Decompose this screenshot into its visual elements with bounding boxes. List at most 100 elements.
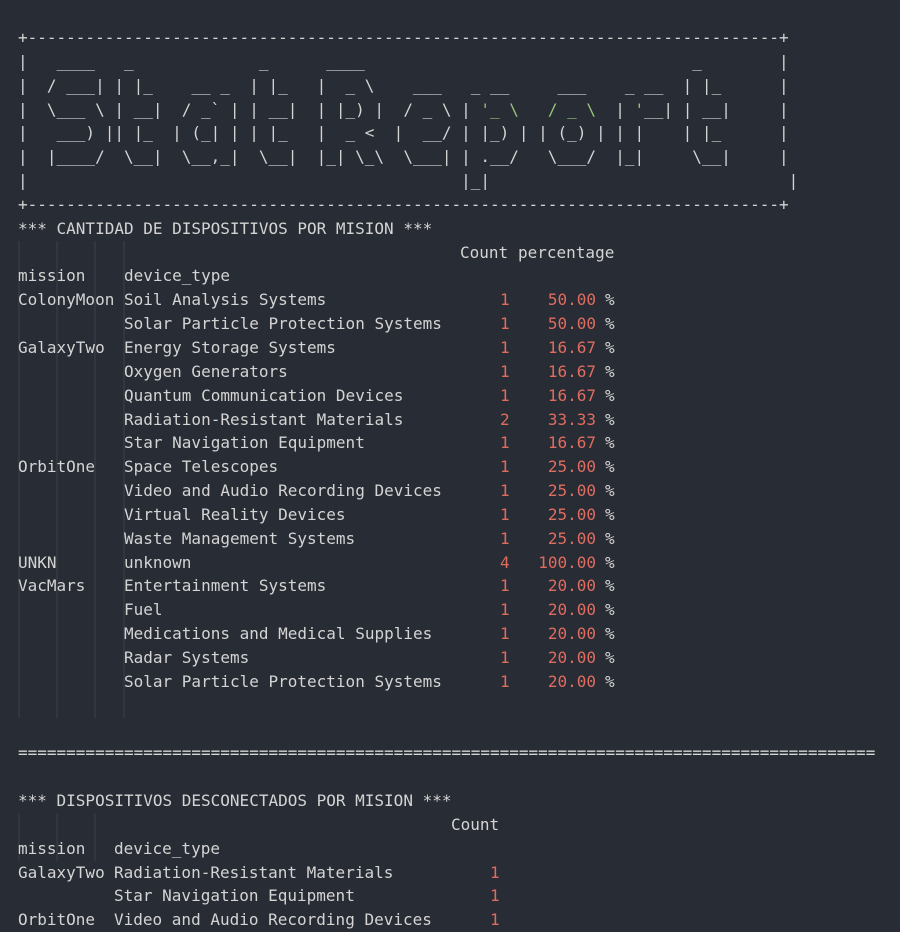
percentage-cell: 16.67 (547, 361, 596, 381)
count-cell: 1 (500, 433, 510, 453)
banner-top-border: +---------------------------------------… (18, 28, 789, 47)
table-row: Medications and Medical Supplies 1 20.00% (18, 622, 888, 646)
percentage-cell: 20.00 (547, 600, 596, 620)
table-row: Virtual Reality Devices 1 25.00% (18, 503, 888, 527)
percent-sign: % (605, 314, 615, 334)
percentage-cell: 33.33 (547, 409, 596, 429)
table-row: VacMars Entertainment Systems 1 20.00% (18, 574, 888, 598)
percentage-cell: 50.00 (547, 290, 596, 310)
count-cell: 1 (500, 624, 510, 644)
banner-art-line: | ___) || |_ | (_| | | |_ | _ < | __/ | … (18, 123, 789, 143)
device-type-cell: Oxygen Generators (124, 361, 288, 381)
table-index-row: mission device_type (18, 264, 888, 288)
percentage-cell: 20.00 (547, 647, 596, 667)
percent-sign: % (605, 528, 615, 548)
device-type-cell: Energy Storage Systems (124, 337, 336, 357)
count-cell: 1 (500, 361, 510, 381)
percentage-cell: 25.00 (547, 528, 596, 548)
table-header-row: Count percentage (18, 241, 888, 265)
device-type-cell: Space Telescopes (124, 457, 279, 477)
count-cell: 2 (500, 409, 510, 429)
col-percentage-header: percentage (518, 242, 615, 262)
device-type-cell: Solar Particle Protection Systems (124, 671, 442, 691)
percent-sign: % (605, 457, 615, 477)
col-count-header: Count (451, 814, 500, 834)
count-cell: 1 (500, 647, 510, 667)
device-type-cell: Virtual Reality Devices (124, 504, 346, 524)
device-type-cell: Medications and Medical Supplies (124, 624, 433, 644)
percent-sign: % (605, 337, 615, 357)
percent-sign: % (605, 576, 615, 596)
percent-sign: % (605, 481, 615, 501)
count-cell: 1 (490, 886, 500, 906)
table-trailing-blank (18, 694, 888, 718)
mission-cell: VacMars (18, 576, 86, 596)
table-row: GalaxyTwo Energy Storage Systems 1 16.67% (18, 336, 888, 360)
percentage-cell: 16.67 (547, 337, 596, 357)
percent-sign: % (605, 600, 615, 620)
count-cell: 1 (500, 576, 510, 596)
table-row: Solar Particle Protection Systems 1 50.00% (18, 312, 888, 336)
table-row: OrbitOne Space Telescopes 1 25.00% (18, 455, 888, 479)
device-type-cell: Quantum Communication Devices (124, 385, 404, 405)
table-row: Oxygen Generators 1 16.67% (18, 360, 888, 384)
count-cell: 1 (500, 504, 510, 524)
device-type-cell: Soil Analysis Systems (124, 290, 327, 310)
banner-bottom-border: +---------------------------------------… (18, 194, 789, 214)
device-type-cell: Star Navigation Equipment (124, 433, 365, 453)
banner-art-line: | \___ \ | __| / _` | | __| | |_) | / _ … (18, 99, 789, 119)
table-header-row: Count (18, 813, 888, 837)
device-type-cell: Fuel (124, 600, 163, 620)
table-row: Radar Systems 1 20.00% (18, 646, 888, 670)
banner-art-line: | ____ _ _ ____ _ | (18, 51, 789, 71)
banner-art-line: | |____/ \__| \__,_| \__| |_| \_\ \___| … (18, 147, 789, 167)
percentage-cell: 100.00 (538, 552, 596, 572)
table-row: Radiation-Resistant Materials 2 33.33% (18, 408, 888, 432)
banner-art-line: | |_| | (18, 171, 799, 191)
count-cell: 1 (490, 862, 500, 882)
percent-sign: % (605, 361, 615, 381)
device-type-cell: Radar Systems (124, 647, 250, 667)
count-cell: 4 (500, 552, 510, 572)
table-row: Waste Management Systems 1 25.00% (18, 527, 888, 551)
percent-sign: % (605, 624, 615, 644)
percentage-cell: 50.00 (547, 314, 596, 334)
count-cell: 1 (490, 910, 500, 930)
percentage-cell: 20.00 (547, 576, 596, 596)
count-cell: 1 (500, 600, 510, 620)
percentage-cell: 25.00 (547, 504, 596, 524)
mission-device-count-table: Count percentage mission device_type Col… (18, 240, 888, 718)
section2-title: *** DISPOSITIVOS DESCONECTADOS POR MISIO… (18, 791, 452, 810)
device-type-cell: Video and Audio Recording Devices (114, 910, 432, 930)
percentage-cell: 16.67 (547, 385, 596, 405)
table-row: Star Navigation Equipment 1 16.67% (18, 431, 888, 455)
table-row: ColonyMoon Soil Analysis Systems 1 50.00% (18, 288, 888, 312)
table-row: UNKN unknown 4 100.00% (18, 551, 888, 575)
table-row: Video and Audio Recording Devices 1 25.00% (18, 479, 888, 503)
count-cell: 1 (500, 290, 510, 310)
col-device-type-header: device_type (114, 838, 220, 858)
device-type-cell: Radiation-Resistant Materials (124, 409, 404, 429)
count-cell: 1 (500, 385, 510, 405)
device-type-cell: Waste Management Systems (124, 528, 356, 548)
table-index-row: mission device_type (18, 837, 888, 861)
percent-sign: % (605, 409, 615, 429)
count-cell: 1 (500, 337, 510, 357)
percent-sign: % (605, 433, 615, 453)
mission-cell: ColonyMoon (18, 290, 115, 310)
table-row: Star Navigation Equipment 1 (18, 884, 888, 908)
percentage-cell: 20.00 (547, 671, 596, 691)
section1-title: *** CANTIDAD DE DISPOSITIVOS POR MISION … (18, 218, 433, 238)
mission-cell: OrbitOne (18, 910, 96, 930)
mission-cell: OrbitOne (18, 457, 96, 477)
table-row: Solar Particle Protection Systems 1 20.00% (18, 670, 888, 694)
percentage-cell: 16.67 (547, 433, 596, 453)
col-mission-header: mission (18, 266, 86, 286)
percent-sign: % (605, 504, 615, 524)
count-cell: 1 (500, 314, 510, 334)
device-type-cell: unknown (124, 552, 192, 572)
percent-sign: % (605, 671, 615, 691)
device-type-cell: Video and Audio Recording Devices (124, 481, 442, 501)
percentage-cell: 25.00 (547, 457, 596, 477)
